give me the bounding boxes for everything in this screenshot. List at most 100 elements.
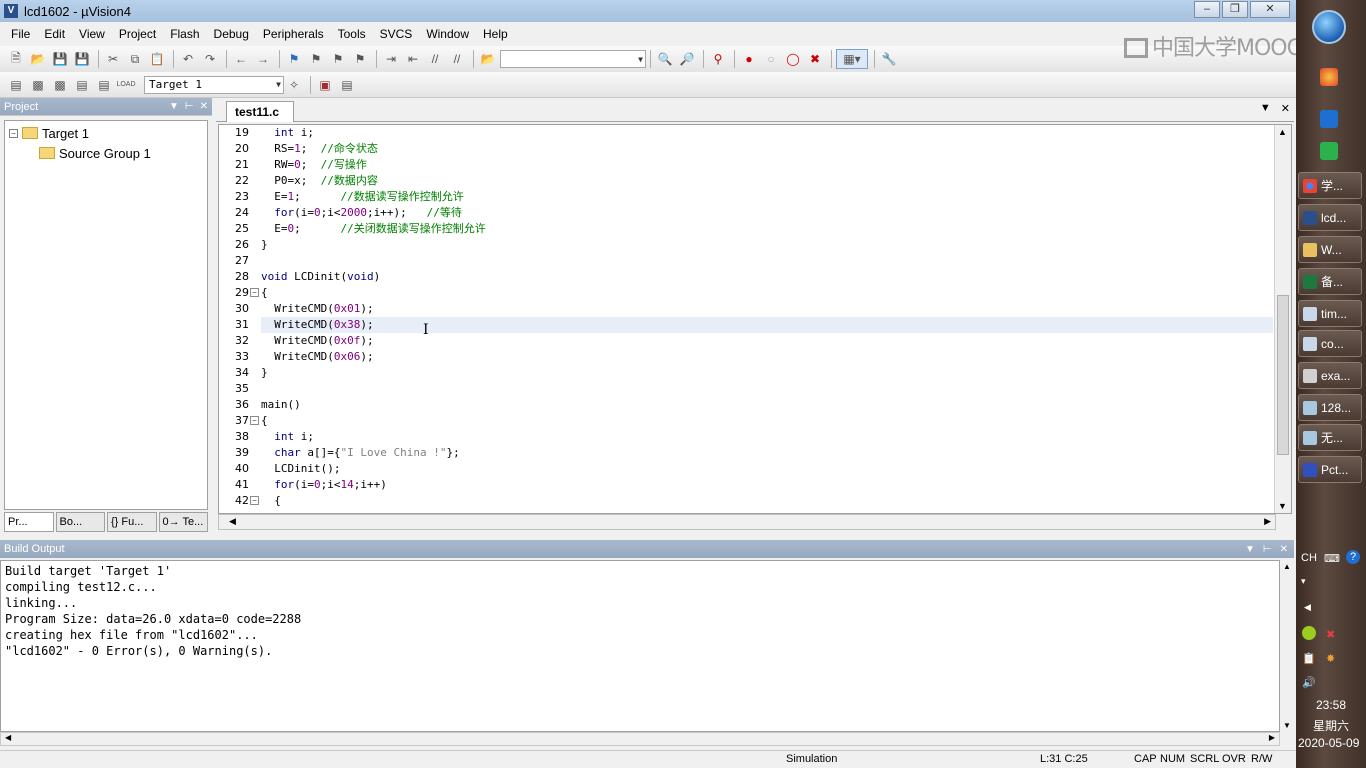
clock-time[interactable]: 23:58 (1316, 698, 1346, 712)
scroll-thumb[interactable] (1277, 295, 1289, 455)
code-editor[interactable]: 19 20 21 22 23 24 25 26 27 28 29−30 31 32 33 34 35 36 37−… (218, 124, 1292, 514)
tray-app-icon[interactable]: ✸ (1326, 652, 1335, 665)
tab-functions[interactable]: {} Fu... (107, 512, 157, 532)
bookmark-icon[interactable]: ⚑ (284, 49, 304, 69)
find-in-files-icon[interactable]: 📂 (478, 49, 498, 69)
scroll-up-icon[interactable]: ▲ (1283, 562, 1291, 571)
clipboard-icon[interactable]: 📋 (1302, 652, 1316, 665)
menu-view[interactable]: View (72, 27, 112, 41)
pinned-app-icon[interactable] (1320, 142, 1338, 160)
menu-flash[interactable]: Flash (163, 27, 206, 41)
pinned-app-icon[interactable] (1320, 110, 1338, 128)
scroll-right-icon[interactable]: ▶ (1269, 733, 1275, 742)
save-icon[interactable]: 💾 (50, 49, 70, 69)
build-icon[interactable]: ▩ (28, 75, 48, 95)
menu-debug[interactable]: Debug (207, 27, 256, 41)
code-line[interactable]: { (261, 285, 1273, 301)
scroll-left-icon[interactable]: ◀ (229, 516, 236, 527)
taskbar-item-untitled[interactable]: 无... (1298, 424, 1362, 451)
code-line[interactable]: WriteCMD(0x01); (261, 301, 1273, 317)
code-line[interactable]: WriteCMD(0x38); (261, 317, 1273, 333)
code-line[interactable]: P0=x; //数据内容 (261, 173, 1273, 189)
scroll-down-icon[interactable]: ▼ (1278, 501, 1287, 511)
menu-tools[interactable]: Tools (331, 27, 373, 41)
undo-icon[interactable]: ↶ (178, 49, 198, 69)
comment-icon[interactable]: // (425, 49, 445, 69)
target-options-icon[interactable]: ✧ (284, 75, 304, 95)
window-layout-icon[interactable]: ▦▾ (836, 49, 868, 69)
code-line[interactable] (261, 381, 1273, 397)
unindent-icon[interactable]: ⇤ (403, 49, 423, 69)
target-select[interactable]: Target 1 ▼ (144, 75, 284, 94)
code-line[interactable]: } (261, 365, 1273, 381)
input-language[interactable]: CH (1301, 552, 1317, 564)
menu-help[interactable]: Help (476, 27, 515, 41)
nav-back-icon[interactable]: ← (231, 49, 251, 69)
menu-peripherals[interactable]: Peripherals (256, 27, 331, 41)
code-line[interactable]: E=1; //数据读写操作控制允许 (261, 189, 1273, 205)
tray-expand-icon[interactable]: ▾ (1301, 576, 1306, 587)
taskbar-item-tim[interactable]: tim... (1298, 300, 1362, 327)
redo-icon[interactable]: ↷ (200, 49, 220, 69)
code-line[interactable]: LCDinit(); (261, 461, 1273, 477)
cut-icon[interactable]: ✂ (103, 49, 123, 69)
network-error-icon[interactable]: ✖ (1326, 628, 1335, 641)
select-packs-icon[interactable]: ▤ (337, 75, 357, 95)
editor-vertical-scrollbar[interactable]: ▲ ▼ (1274, 125, 1291, 513)
code-line[interactable]: WriteCMD(0x0f); (261, 333, 1273, 349)
new-file-icon[interactable]: 🗎 (6, 49, 26, 69)
tab-project[interactable]: Pr... (4, 512, 54, 532)
code-line[interactable]: for(i=0;i<14;i++) (261, 477, 1273, 493)
minimize-button[interactable]: – (1194, 1, 1220, 18)
pin-icon[interactable]: ⊢ (185, 101, 194, 112)
help-icon[interactable]: ? (1346, 550, 1360, 564)
code-line[interactable]: for(i=0;i<2000;i++); //等待 (261, 205, 1273, 221)
bookmark-next-icon[interactable]: ⚑ (328, 49, 348, 69)
bookmark-prev-icon[interactable]: ⚑ (306, 49, 326, 69)
fold-toggle-icon[interactable]: − (250, 496, 259, 505)
tree-node-source-group[interactable]: Source Group 1 (5, 143, 207, 163)
manage-components-icon[interactable]: ▣ (315, 75, 335, 95)
code-line[interactable]: char a[]={"I Love China !"}; (261, 445, 1273, 461)
find-combo[interactable]: ▼ (500, 50, 646, 68)
pane-menu-icon[interactable]: ▼ (1245, 544, 1255, 555)
pane-menu-icon[interactable]: ▼ (169, 101, 179, 112)
menu-project[interactable]: Project (112, 27, 163, 41)
fold-toggle-icon[interactable]: − (250, 416, 259, 425)
kill-all-breakpoints-icon[interactable]: ✖ (805, 49, 825, 69)
code-line[interactable]: } (261, 237, 1273, 253)
code-line[interactable]: RS=1; //命令状态 (261, 141, 1273, 157)
translate-icon[interactable]: ▤ (6, 75, 26, 95)
pinned-app-icon[interactable] (1320, 68, 1338, 86)
code-line[interactable]: { (261, 493, 1273, 509)
bookmark-clear-icon[interactable]: ⚑ (350, 49, 370, 69)
tab-list-icon[interactable]: ▼ (1260, 102, 1271, 115)
volume-icon[interactable]: 🔊 (1302, 676, 1316, 689)
taskbar-item-pct[interactable]: Pct... (1298, 456, 1362, 483)
close-icon[interactable]: ✕ (200, 101, 208, 112)
close-icon[interactable]: ✕ (1280, 544, 1288, 555)
fold-toggle-icon[interactable]: − (250, 288, 259, 297)
configure-icon[interactable]: 🔧 (879, 49, 899, 69)
code-line[interactable]: WriteCMD(0x06); (261, 349, 1273, 365)
debug-session-icon[interactable]: ⚲ (708, 49, 728, 69)
download-icon[interactable]: LOAD (116, 75, 136, 95)
batch-build-icon[interactable]: ▤ (72, 75, 92, 95)
code-line[interactable] (261, 253, 1273, 269)
taskbar-item-explorer[interactable]: W... (1298, 236, 1362, 263)
disable-breakpoint-icon[interactable]: ○ (761, 49, 781, 69)
tray-arrow-icon[interactable]: ◀ (1304, 602, 1311, 613)
code-line[interactable]: RW=0; //写操作 (261, 157, 1273, 173)
save-all-icon[interactable]: 💾 (72, 49, 92, 69)
rebuild-icon[interactable]: ▩ (50, 75, 70, 95)
tray-app-icon[interactable] (1302, 626, 1316, 640)
scroll-down-icon[interactable]: ▼ (1283, 721, 1291, 730)
taskbar-item-co[interactable]: co... (1298, 330, 1362, 357)
menu-edit[interactable]: Edit (37, 27, 72, 41)
tab-templates[interactable]: 0→ Te... (158, 512, 208, 532)
code-line[interactable]: int i; (261, 125, 1273, 141)
scroll-up-icon[interactable]: ▲ (1278, 127, 1287, 137)
incremental-find-icon[interactable]: 🔎 (677, 49, 697, 69)
find-icon[interactable]: 🔍 (655, 49, 675, 69)
code-line[interactable]: void LCDinit(void) (261, 269, 1273, 285)
